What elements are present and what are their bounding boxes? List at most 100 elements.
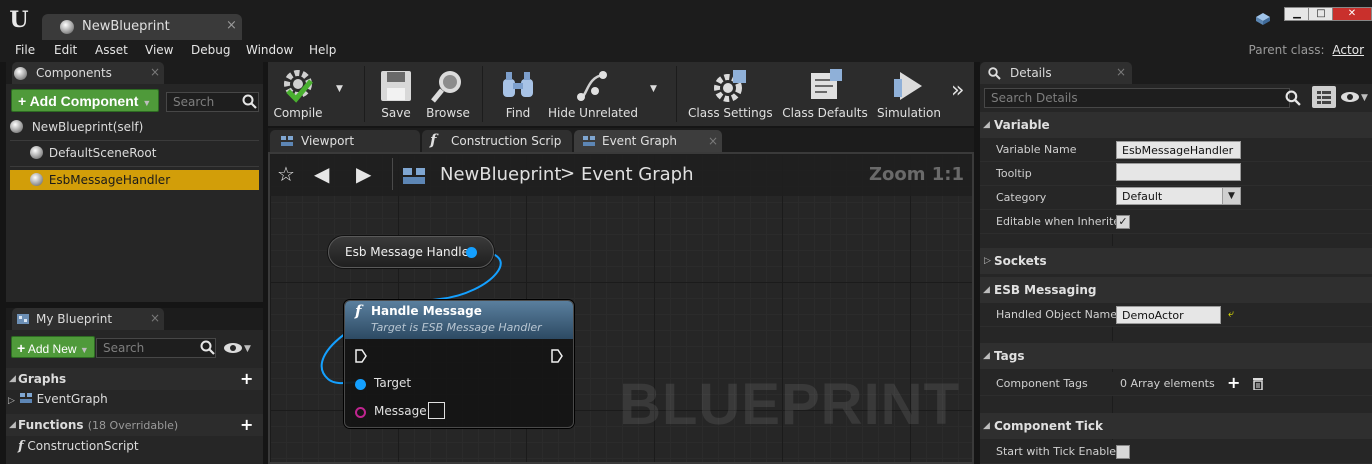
add-component-button[interactable]: + Add Component ▼ [11, 89, 159, 112]
blueprint-ball-icon [10, 120, 23, 133]
hide-unrelated-options-arrow-icon[interactable]: ▼ [650, 84, 657, 94]
close-tab-icon[interactable]: × [708, 134, 718, 148]
add-new-button[interactable]: + Add New ▼ [11, 336, 95, 358]
tool-label: Save [381, 106, 411, 120]
search-icon[interactable] [1285, 90, 1301, 106]
tab-event-graph[interactable]: Event Graph × [574, 130, 722, 152]
message-value-checkbox[interactable] [428, 402, 445, 419]
plus-icon: + [17, 340, 26, 356]
category-tags[interactable]: ◢ Tags [980, 343, 1372, 369]
close-tab-icon[interactable]: × [150, 311, 160, 325]
category-title: Component Tick [994, 419, 1103, 433]
prop-component-tags: Component Tags 0 Array elements + [980, 372, 1372, 396]
toolbar-separator [676, 66, 677, 122]
maximize-button[interactable]: □ [1308, 7, 1334, 21]
exec-input-pin-icon[interactable] [355, 349, 367, 363]
dropdown-arrow-icon[interactable]: ▼ [1361, 93, 1368, 103]
prop-label: Start with Tick Enabled [996, 445, 1124, 458]
section-graphs[interactable]: ◢ Graphs + [6, 368, 263, 390]
add-function-icon[interactable]: + [240, 415, 253, 434]
menu-debug[interactable]: Debug [191, 43, 230, 57]
category-sockets[interactable]: ▷ Sockets [980, 248, 1372, 274]
tree-item-default-scene-root[interactable]: DefaultSceneRoot [10, 142, 259, 164]
category-variable[interactable]: ◢ Variable [980, 112, 1372, 138]
reset-to-default-icon[interactable]: ⤶ [1228, 307, 1234, 321]
menu-asset[interactable]: Asset [95, 43, 128, 57]
details-tab[interactable]: Details × [980, 62, 1132, 84]
tooltip-field[interactable] [1116, 163, 1241, 181]
tree-item-self[interactable]: NewBlueprint(self) [10, 116, 259, 138]
overridable-count: (18 Overridable) [87, 419, 179, 432]
menu-window[interactable]: Window [246, 43, 293, 57]
document-tab[interactable]: NewBlueprint × [42, 14, 242, 40]
tool-label: Hide Unrelated [548, 106, 639, 120]
close-tab-icon[interactable]: × [150, 65, 160, 79]
minimize-button[interactable]: ▁ [1284, 7, 1310, 21]
function-node-header: f Handle Message Target is ESB Message H… [345, 301, 573, 339]
target-pin[interactable] [355, 379, 366, 390]
message-pin[interactable] [355, 407, 366, 418]
prop-label: Category [996, 191, 1047, 204]
compile-button[interactable]: Compile [270, 62, 326, 126]
category-title: Variable [994, 118, 1050, 132]
category-component-tick[interactable]: ◢ Component Tick [980, 413, 1372, 439]
source-control-icon[interactable] [1255, 12, 1271, 26]
save-button[interactable]: Save [372, 62, 420, 126]
my-blueprint-search-input[interactable]: Search [96, 338, 216, 358]
components-tab[interactable]: Components × [12, 62, 164, 84]
variable-output-pin[interactable] [466, 247, 477, 258]
tree-divider [10, 140, 259, 141]
dropdown-arrow-icon[interactable]: ▼ [244, 344, 251, 354]
eye-icon[interactable] [223, 342, 243, 354]
menu-view[interactable]: View [145, 43, 173, 57]
function-node-subtitle: Target is ESB Message Handler [371, 321, 542, 334]
property-matrix-button[interactable] [1312, 86, 1336, 108]
collapse-arrow-icon: ◢ [983, 285, 990, 295]
add-new-label: Add New [27, 342, 77, 356]
tab-viewport[interactable]: Viewport [270, 130, 420, 152]
add-element-icon[interactable]: + [1227, 373, 1240, 392]
exec-output-pin-icon[interactable] [551, 349, 563, 363]
unreal-logo-icon[interactable]: U [6, 7, 32, 33]
search-icon[interactable] [242, 94, 257, 109]
function-item-constructionscript[interactable]: f ConstructionScript [18, 439, 261, 459]
handled-object-name-field[interactable]: DemoActor [1116, 306, 1221, 324]
graph-item-eventgraph[interactable]: ▷ EventGraph [8, 392, 261, 412]
menu-file[interactable]: File [15, 43, 35, 57]
close-window-button[interactable]: ✕ [1332, 7, 1372, 21]
section-functions[interactable]: ◢ Functions (18 Overridable) + [6, 414, 263, 436]
details-panel: Details × Search Details ▼ ◢ Variable Va… [980, 62, 1372, 464]
editable-when-inherited-checkbox[interactable]: ✓ [1116, 215, 1130, 229]
parent-class-link[interactable]: Actor [1332, 43, 1364, 57]
hide-unrelated-icon [577, 71, 607, 101]
class-defaults-button[interactable]: Class Defaults [780, 62, 870, 126]
menu-edit[interactable]: Edit [54, 43, 77, 57]
add-graph-icon[interactable]: + [240, 369, 253, 388]
delete-all-icon[interactable] [1252, 377, 1264, 390]
toolbar-overflow-icon[interactable]: » [951, 78, 964, 103]
menu-help[interactable]: Help [309, 43, 336, 57]
tree-item-label: NewBlueprint(self) [31, 120, 144, 134]
simulation-button[interactable]: Simulation [876, 62, 942, 126]
find-button[interactable]: Find [494, 62, 542, 126]
variable-node-esb-message-handler[interactable]: Esb Message Handler [328, 236, 494, 268]
browse-button[interactable]: Browse [424, 62, 472, 126]
close-tab-icon[interactable]: × [1116, 65, 1126, 79]
compile-options-arrow-icon[interactable]: ▼ [336, 84, 343, 94]
tree-item-esb-message-handler[interactable]: EsbMessageHandler [10, 170, 259, 190]
search-icon[interactable] [200, 340, 215, 355]
start-with-tick-enabled-checkbox[interactable] [1116, 445, 1130, 459]
category-esb-messaging[interactable]: ◢ ESB Messaging [980, 277, 1372, 303]
variable-name-field[interactable]: EsbMessageHandler [1116, 141, 1241, 159]
my-blueprint-tab[interactable]: My Blueprint × [12, 308, 164, 330]
category-combobox[interactable]: Default ▼ [1116, 187, 1241, 205]
hide-unrelated-button[interactable]: Hide Unrelated [548, 62, 639, 126]
category-title: Sockets [994, 254, 1047, 268]
eye-icon[interactable] [1340, 91, 1360, 103]
event-graph-canvas[interactable]: ☆ ◀ ▶ NewBlueprint > Event Graph Zoom 1:… [268, 152, 974, 464]
tab-construction-script[interactable]: f Construction Scrip [422, 130, 572, 152]
close-tab-icon[interactable]: × [226, 18, 237, 33]
class-settings-button[interactable]: Class Settings [688, 62, 773, 126]
function-node-handle-message[interactable]: f Handle Message Target is ESB Message H… [344, 300, 574, 428]
details-search-input[interactable]: Search Details [984, 88, 1290, 108]
